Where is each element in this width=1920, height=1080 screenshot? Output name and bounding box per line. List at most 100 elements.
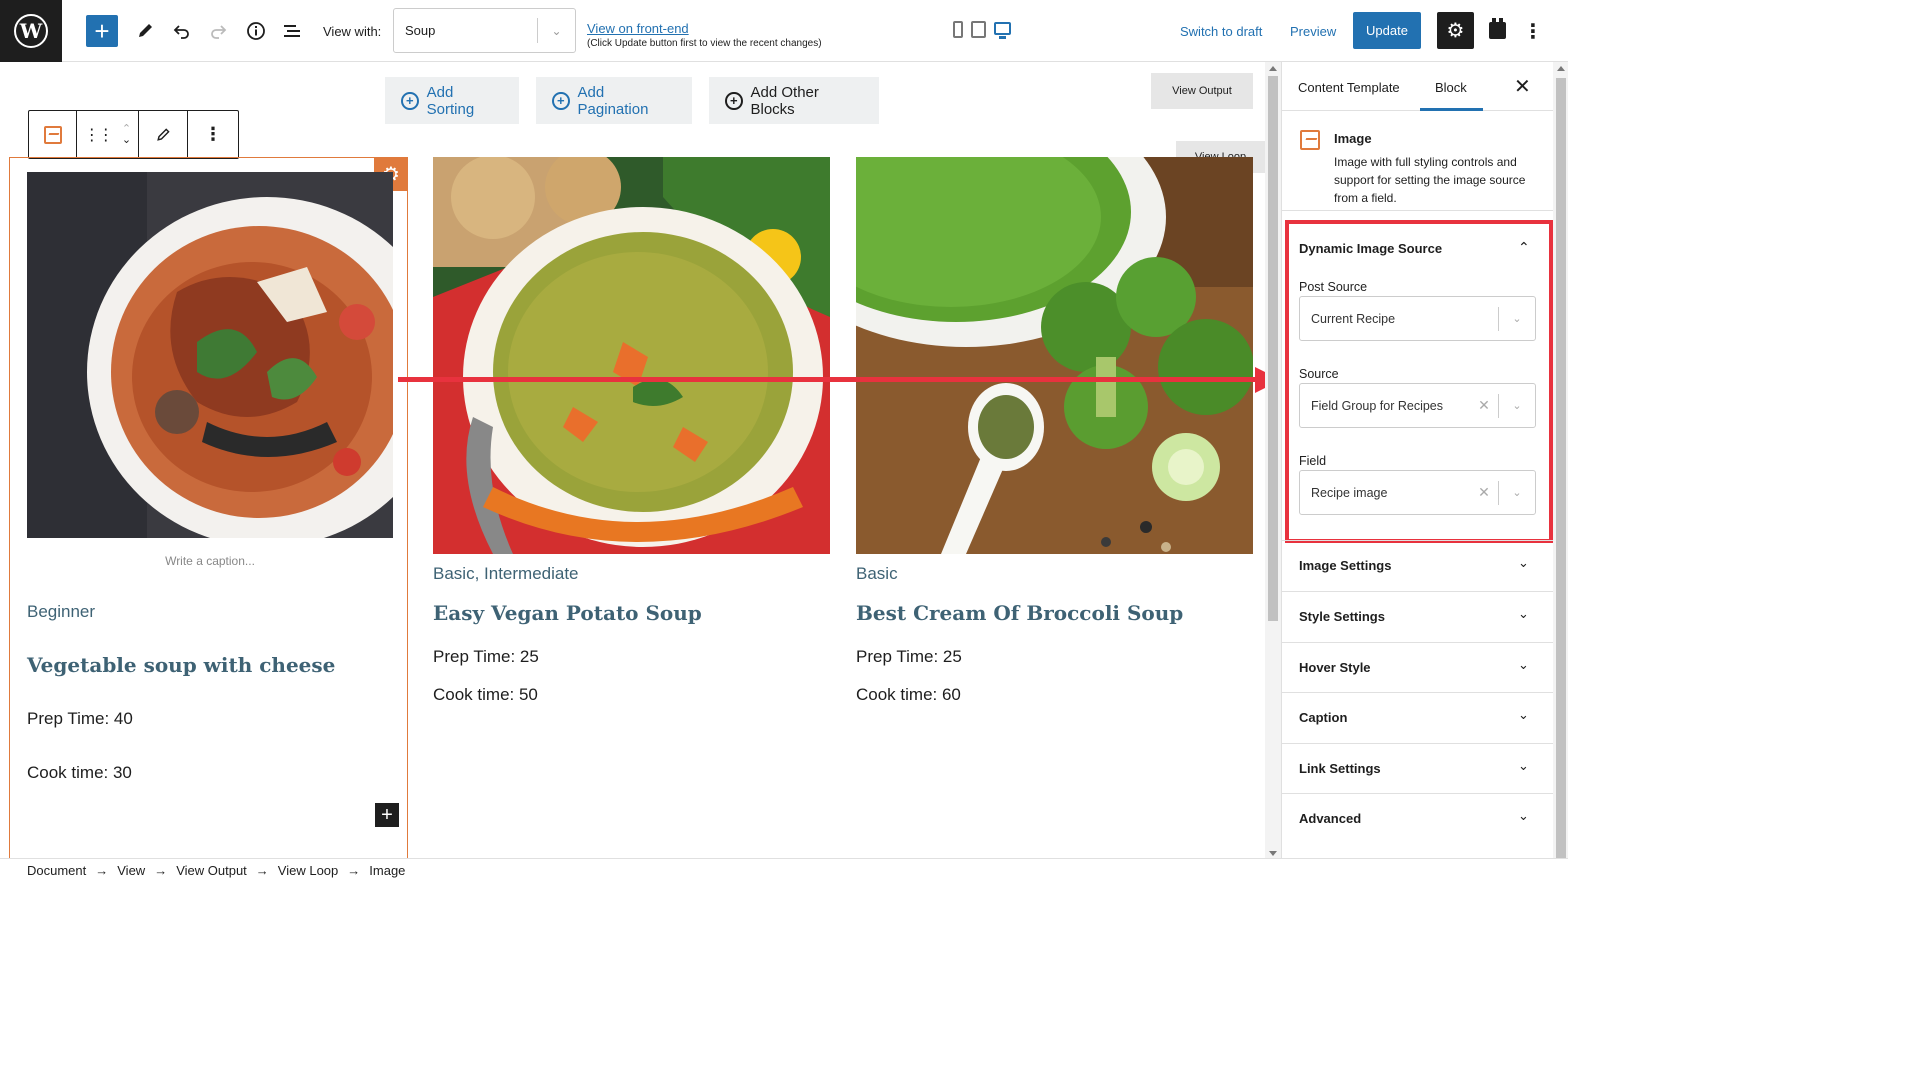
more-vertical-icon: ⋮ bbox=[204, 124, 222, 144]
link-settings-panel[interactable]: Link Settings ⌄ bbox=[1282, 743, 1553, 794]
add-pagination-label: Add Pagination bbox=[577, 83, 649, 118]
list-view-icon[interactable] bbox=[276, 15, 308, 47]
breadcrumb-image[interactable]: Image bbox=[369, 863, 405, 878]
image-icon bbox=[43, 125, 62, 144]
advanced-panel[interactable]: Advanced ⌄ bbox=[1282, 793, 1553, 844]
chevron-down-icon: ⌄ bbox=[1518, 758, 1529, 773]
mobile-icon[interactable] bbox=[953, 21, 963, 38]
post-source-value: Current Recipe bbox=[1311, 311, 1396, 326]
breadcrumb-view-loop[interactable]: View Loop bbox=[278, 863, 338, 878]
image-settings-panel[interactable]: Image Settings ⌄ bbox=[1282, 540, 1553, 591]
plus-circle-icon: + bbox=[401, 91, 419, 110]
sidebar-scrollbar-thumb[interactable] bbox=[1556, 78, 1566, 858]
close-icon[interactable]: ✕ bbox=[1514, 74, 1531, 99]
add-sorting-button[interactable]: + Add Sorting bbox=[385, 77, 519, 124]
card-1-cook-time: Cook time: 30 bbox=[27, 763, 132, 782]
field-label: Field bbox=[1299, 454, 1327, 468]
device-preview-icons bbox=[953, 21, 1011, 39]
block-description: Image with full styling controls and sup… bbox=[1334, 155, 1526, 205]
tablet-icon[interactable] bbox=[971, 21, 986, 38]
plugin-icon[interactable] bbox=[1484, 17, 1510, 43]
update-button[interactable]: Update bbox=[1353, 12, 1421, 49]
scroll-up-icon[interactable] bbox=[1269, 66, 1277, 71]
annotation-arrow-line bbox=[398, 377, 1258, 382]
move-controls: ⋮⋮ ⌃ ⌄ bbox=[77, 111, 139, 158]
add-inner-block-button[interactable]: + bbox=[375, 803, 399, 827]
card-2-level: Basic, Intermediate bbox=[433, 564, 579, 583]
block-type-button[interactable] bbox=[29, 111, 77, 158]
style-settings-panel[interactable]: Style Settings ⌄ bbox=[1282, 591, 1553, 642]
image-settings-label: Image Settings bbox=[1299, 558, 1392, 573]
breadcrumb-view[interactable]: View bbox=[117, 863, 145, 878]
add-pagination-button[interactable]: + Add Pagination bbox=[536, 77, 692, 124]
source-value: Field Group for Recipes bbox=[1311, 398, 1444, 413]
switch-to-draft-button[interactable]: Switch to draft bbox=[1180, 24, 1262, 39]
block-options-button[interactable]: ⋮ bbox=[188, 111, 238, 158]
more-options-icon[interactable]: ⋮ bbox=[1523, 17, 1543, 45]
image-block-icon bbox=[1300, 130, 1320, 150]
card-1-prep-time: Prep Time: 40 bbox=[27, 709, 133, 728]
hover-style-panel[interactable]: Hover Style ⌄ bbox=[1282, 642, 1553, 693]
scroll-down-icon[interactable] bbox=[1269, 851, 1277, 856]
move-up-down-icon[interactable]: ⌃ ⌄ bbox=[122, 123, 131, 146]
add-sorting-label: Add Sorting bbox=[426, 83, 475, 118]
sidebar-scrollbar[interactable] bbox=[1553, 62, 1568, 858]
plus-circle-icon: + bbox=[725, 91, 743, 110]
chevron-down-icon: ⌄ bbox=[1518, 606, 1529, 621]
preview-button[interactable]: Preview bbox=[1290, 24, 1336, 39]
source-label: Source bbox=[1299, 367, 1339, 381]
chevron-up-icon[interactable]: ⌃ bbox=[1518, 239, 1530, 256]
clear-icon[interactable]: ✕ bbox=[1470, 484, 1498, 501]
source-select[interactable]: Field Group for Recipes ✕ ⌄ bbox=[1299, 383, 1536, 428]
card-1-title[interactable]: Vegetable soup with cheese bbox=[27, 653, 335, 677]
drag-handle-icon[interactable]: ⋮⋮ bbox=[84, 125, 114, 145]
plus-circle-icon: + bbox=[552, 91, 570, 110]
caption-panel[interactable]: Caption ⌄ bbox=[1282, 692, 1553, 743]
post-source-label: Post Source bbox=[1299, 280, 1368, 294]
chevron-down-icon: ⌄ bbox=[1512, 400, 1522, 412]
breadcrumb-document[interactable]: Document bbox=[27, 863, 86, 878]
tab-content-template[interactable]: Content Template bbox=[1298, 80, 1400, 95]
field-select[interactable]: Recipe image ✕ ⌄ bbox=[1299, 470, 1536, 515]
field-value: Recipe image bbox=[1311, 485, 1388, 500]
view-on-frontend-link[interactable]: View on front-end bbox=[587, 21, 689, 36]
wordpress-logo[interactable]: W bbox=[0, 0, 62, 62]
dynamic-image-source-title[interactable]: Dynamic Image Source bbox=[1299, 241, 1442, 256]
info-icon[interactable] bbox=[240, 15, 272, 47]
block-breadcrumb: Document → View → View Output → View Loo… bbox=[0, 858, 1568, 882]
link-settings-label: Link Settings bbox=[1299, 761, 1381, 776]
view-with-select[interactable]: Soup ⌄ bbox=[393, 8, 576, 53]
redo-icon[interactable] bbox=[202, 15, 234, 47]
card-2-prep-time: Prep Time: 25 bbox=[433, 647, 539, 666]
post-source-select[interactable]: Current Recipe ⌄ bbox=[1299, 296, 1536, 341]
breadcrumb-view-output[interactable]: View Output bbox=[176, 863, 247, 878]
block-name: Image bbox=[1334, 131, 1372, 146]
card-3-cook-time: Cook time: 60 bbox=[856, 685, 961, 704]
card-3-title[interactable]: Best Cream Of Broccoli Soup bbox=[856, 601, 1183, 625]
tab-block[interactable]: Block bbox=[1435, 80, 1467, 95]
arrow-right-icon: → bbox=[347, 863, 361, 878]
chevron-down-icon: ⌄ bbox=[1518, 707, 1529, 722]
clear-icon[interactable]: ✕ bbox=[1470, 397, 1498, 414]
add-other-blocks-label: Add Other Blocks bbox=[750, 83, 819, 118]
undo-icon[interactable] bbox=[166, 15, 198, 47]
pencil-icon[interactable] bbox=[129, 15, 161, 47]
editor-canvas: + Add Sorting + Add Pagination + Add Oth… bbox=[0, 62, 1265, 858]
recipe-image-2 bbox=[433, 157, 830, 554]
add-block-button[interactable]: + bbox=[86, 15, 118, 47]
view-output-button[interactable]: View Output bbox=[1151, 73, 1253, 109]
desktop-icon[interactable] bbox=[994, 22, 1011, 39]
card-3-prep-time: Prep Time: 25 bbox=[856, 647, 962, 666]
recipe-image-1[interactable] bbox=[27, 172, 393, 538]
canvas-scrollbar-thumb[interactable] bbox=[1268, 76, 1278, 621]
chevron-down-icon: ⌄ bbox=[551, 23, 562, 38]
style-settings-label: Style Settings bbox=[1299, 609, 1385, 624]
edit-pencil-button[interactable] bbox=[139, 111, 188, 158]
canvas-scrollbar[interactable] bbox=[1265, 62, 1281, 858]
image-caption-input[interactable]: Write a caption... bbox=[27, 554, 393, 568]
scroll-up-icon[interactable] bbox=[1557, 66, 1565, 71]
annotation-arrow-head bbox=[1255, 367, 1265, 393]
settings-gear-icon[interactable]: ⚙ bbox=[1437, 12, 1474, 49]
add-other-blocks-button[interactable]: + Add Other Blocks bbox=[709, 77, 879, 124]
card-2-title[interactable]: Easy Vegan Potato Soup bbox=[433, 601, 702, 625]
